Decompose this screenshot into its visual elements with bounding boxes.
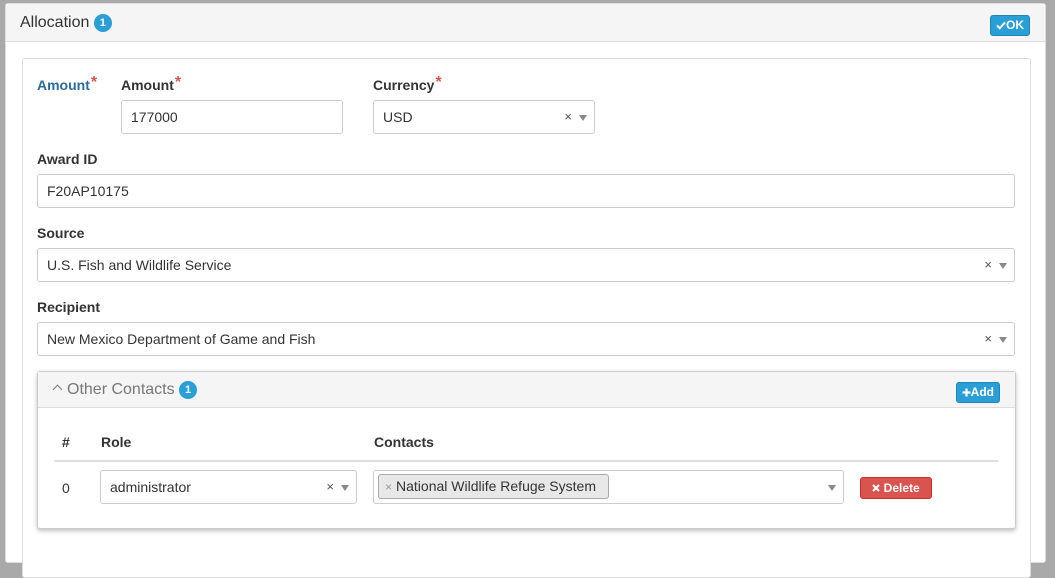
- caret-down-icon: [341, 485, 349, 491]
- add-button-label: Add: [970, 385, 994, 399]
- allocation-panel: Allocation 1 OK Amount* Amount* 177000 C…: [5, 3, 1046, 578]
- role-value: administrator: [110, 479, 191, 495]
- contacts-multiselect[interactable]: × National Wildlife Refuge System: [373, 470, 844, 504]
- row-index: 0: [62, 480, 70, 496]
- required-marker: *: [90, 74, 98, 91]
- times-icon: [872, 484, 881, 492]
- currency-label-text: Currency: [373, 77, 435, 93]
- amount-label: Amount*: [121, 74, 182, 95]
- caret-down-icon: [999, 337, 1007, 343]
- recipient-label: Recipient: [37, 299, 101, 315]
- recipient-select[interactable]: New Mexico Department of Game and Fish ×: [37, 322, 1015, 356]
- contact-tag[interactable]: × National Wildlife Refuge System: [378, 474, 609, 499]
- check-icon: [996, 21, 1006, 30]
- ok-button-label: OK: [1006, 18, 1024, 32]
- caret-down-icon: [999, 263, 1007, 269]
- plus-icon: [962, 388, 971, 397]
- recipient-value: New Mexico Department of Game and Fish: [47, 331, 316, 347]
- contact-tag-label: National Wildlife Refuge System: [396, 478, 596, 494]
- other-contacts-title-text: Other Contacts: [67, 381, 175, 398]
- currency-value: USD: [383, 109, 413, 125]
- source-select[interactable]: U.S. Fish and Wildlife Service ×: [37, 248, 1015, 282]
- other-contacts-panel: Other Contacts 1 Add # Role Contacts 0 a…: [37, 371, 1016, 529]
- required-marker: *: [435, 74, 442, 91]
- column-header-role: Role: [101, 434, 132, 450]
- amount-section-label-text: Amount: [37, 77, 90, 93]
- allocation-count-badge: 1: [93, 14, 112, 32]
- column-header-contacts: Contacts: [374, 434, 434, 450]
- other-contacts-header[interactable]: Other Contacts 1 Add: [38, 372, 1015, 408]
- source-value: U.S. Fish and Wildlife Service: [47, 257, 232, 273]
- panel-title-text: Allocation: [20, 14, 90, 31]
- amount-label-text: Amount: [121, 77, 174, 93]
- required-marker: *: [174, 74, 182, 91]
- award-id-label: Award ID: [37, 151, 98, 167]
- amount-value: 177000: [131, 109, 178, 125]
- clear-source-icon[interactable]: ×: [984, 249, 992, 281]
- delete-contact-button[interactable]: Delete: [860, 477, 932, 499]
- role-select[interactable]: administrator ×: [100, 470, 357, 504]
- amount-input[interactable]: 177000: [121, 100, 343, 134]
- chevron-up-icon[interactable]: [52, 384, 63, 395]
- panel-header: Allocation 1 OK: [6, 4, 1045, 42]
- contacts-count-badge: 1: [179, 381, 198, 399]
- currency-select[interactable]: USD ×: [373, 100, 595, 134]
- award-id-input[interactable]: F20AP10175: [37, 174, 1015, 208]
- clear-recipient-icon[interactable]: ×: [984, 323, 992, 355]
- panel-title: Allocation 1: [20, 14, 112, 32]
- caret-down-icon: [828, 485, 836, 491]
- amount-section-label: Amount*: [37, 74, 98, 95]
- clear-currency-icon[interactable]: ×: [564, 101, 572, 133]
- award-id-value: F20AP10175: [47, 183, 129, 199]
- clear-role-icon[interactable]: ×: [326, 471, 334, 503]
- source-label: Source: [37, 225, 85, 241]
- delete-button-label: Delete: [883, 481, 920, 495]
- remove-tag-icon[interactable]: ×: [385, 480, 392, 494]
- caret-down-icon: [579, 115, 587, 121]
- table-header-divider: [54, 460, 998, 462]
- add-contact-button[interactable]: Add: [955, 382, 1000, 403]
- currency-label: Currency*: [373, 74, 442, 95]
- allocation-form: Amount* Amount* 177000 Currency* USD × A…: [22, 58, 1031, 578]
- column-header-index: #: [62, 434, 70, 450]
- ok-button[interactable]: OK: [990, 15, 1030, 36]
- other-contacts-title[interactable]: Other Contacts 1: [52, 381, 198, 399]
